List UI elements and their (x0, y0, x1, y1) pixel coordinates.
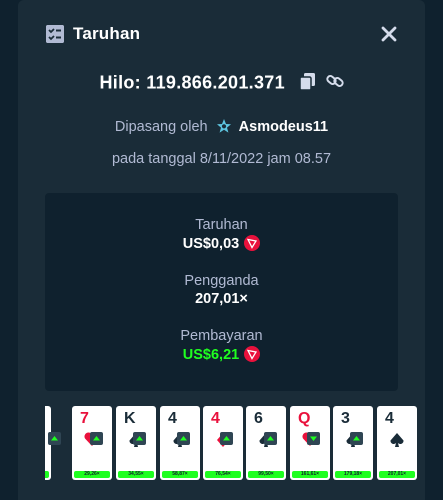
payout-text: US$6,21 (182, 347, 240, 363)
placed-date: pada tanggal 8/11/2022 jam 08.57 (111, 151, 332, 167)
modal-header: Taruhan (18, 0, 425, 66)
tron-coin-icon (244, 346, 261, 366)
higher-arrow-icon (90, 432, 103, 445)
cards-history[interactable]: 7 29,26× K 34,55× 4 58,87× 4 76,54× 6 99… (45, 406, 425, 486)
card-rank: 4 (211, 410, 220, 427)
bet-slip-icon (46, 25, 64, 43)
game-id-label: Hilo: 119.866.201.371 (99, 72, 285, 93)
card-multiplier: 99,50× (248, 471, 284, 478)
bet-amount-stat: Taruhan US$0,03 (45, 217, 398, 255)
card-rank: 4 (385, 410, 394, 427)
card-rank: 3 (341, 410, 350, 427)
copy-icon[interactable] (299, 72, 316, 95)
card-multiplier: 29,26× (74, 471, 110, 478)
bet-amount-label: Taruhan (195, 217, 248, 233)
payout-label: Pembayaran (180, 328, 263, 344)
card-rank: K (124, 410, 136, 427)
multiplier-label: Pengganda (184, 273, 259, 289)
card-8: 4 207,01× (377, 406, 417, 480)
placed-by-label: Dipasang oleh (114, 119, 208, 135)
higher-arrow-icon (220, 432, 233, 445)
game-id-row: Hilo: 119.866.201.371 (18, 72, 425, 95)
higher-arrow-icon (177, 432, 190, 445)
card-multiplier: 179,18× (335, 471, 371, 478)
vip-star-icon (216, 118, 232, 138)
lower-arrow-icon (307, 432, 320, 445)
username-link[interactable]: Asmodeus11 (239, 119, 328, 135)
placed-by-row: Dipasang oleh Asmodeus11 (18, 118, 425, 138)
spade-suit-icon (389, 432, 405, 453)
bet-stats-panel: Taruhan US$0,03 Pengganda 207,01× Pembay… (45, 193, 398, 391)
card-rank: Q (298, 410, 311, 427)
card-multiplier: 58,87× (162, 471, 198, 478)
modal-title: Taruhan (73, 24, 141, 43)
higher-arrow-icon (48, 432, 61, 445)
close-icon[interactable] (380, 25, 398, 43)
payout-value: US$6,21 (45, 346, 398, 366)
link-icon[interactable] (325, 72, 344, 95)
multiplier-value: 207,01× (195, 291, 248, 307)
higher-arrow-icon (133, 432, 146, 445)
card-multiplier (45, 471, 49, 478)
multiplier-stat: Pengganda 207,01× (45, 273, 398, 307)
payout-stat: Pembayaran US$6,21 (45, 328, 398, 366)
card-multiplier: 161,61× (292, 471, 328, 478)
higher-arrow-icon (264, 432, 277, 445)
card-multiplier: 207,01× (379, 471, 415, 478)
bet-amount-text: US$0,03 (182, 236, 240, 252)
card-rank: 7 (80, 410, 89, 427)
bet-amount-value: US$0,03 (45, 235, 398, 255)
tron-coin-icon (244, 235, 261, 255)
card-rank: 4 (168, 410, 177, 427)
bet-detail-modal: Taruhan Hilo: 119.866.201.371 Dipasang o… (18, 0, 425, 500)
card-rank: 6 (254, 410, 263, 427)
card-multiplier: 76,54× (205, 471, 241, 478)
card-multiplier: 34,55× (118, 471, 154, 478)
close-button[interactable] (380, 25, 398, 43)
higher-arrow-icon (350, 432, 363, 445)
